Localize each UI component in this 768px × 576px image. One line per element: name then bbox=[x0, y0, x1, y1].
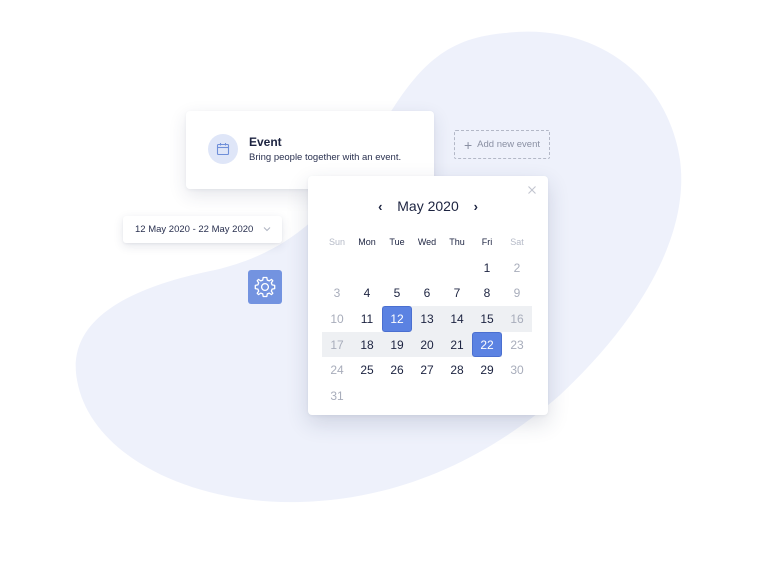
chevron-left-icon[interactable]: ‹ bbox=[373, 199, 387, 214]
date-range-select[interactable]: 12 May 2020 - 22 May 2020 bbox=[123, 216, 282, 243]
add-new-event-label: Add new event bbox=[477, 139, 541, 150]
day-cell[interactable]: 7 bbox=[442, 281, 472, 307]
calendar-grid: Sun Mon Tue Wed Thu Fri Sat 1 2 3 4 5 6 7 8 9 10 11 12 13 14… bbox=[322, 232, 534, 409]
chevron-right-icon[interactable]: › bbox=[469, 199, 483, 214]
day-cell[interactable]: 1 bbox=[472, 255, 502, 281]
day-cell[interactable]: 13 bbox=[412, 306, 442, 332]
weekday-label: Mon bbox=[358, 237, 376, 247]
weekday-header-row: Sun Mon Tue Wed Thu Fri Sat bbox=[322, 232, 534, 252]
empty-day-cell bbox=[352, 255, 382, 281]
calendar-week-row: 3456789 bbox=[322, 281, 534, 307]
close-icon bbox=[528, 186, 536, 194]
day-cell[interactable]: 31 bbox=[322, 383, 352, 409]
calendar-header: ‹ May 2020 › bbox=[308, 196, 548, 216]
day-cell[interactable]: 6 bbox=[412, 281, 442, 307]
weekday-label: Tue bbox=[389, 237, 405, 247]
weekday-label: Fri bbox=[481, 237, 493, 247]
event-icon-badge bbox=[208, 134, 238, 164]
day-cell[interactable]: 9 bbox=[502, 281, 532, 307]
day-cell[interactable]: 21 bbox=[442, 332, 472, 358]
chevron-down-icon bbox=[263, 227, 271, 232]
calendar-week-row: 17 18 19 20 21 22 23 bbox=[322, 331, 534, 358]
day-cell[interactable]: 3 bbox=[322, 281, 352, 307]
day-cell[interactable]: 14 bbox=[442, 306, 472, 332]
gear-icon bbox=[254, 276, 276, 298]
event-description: Bring people together with an event. bbox=[249, 152, 402, 163]
empty-day-cell bbox=[382, 383, 412, 409]
empty-day-cell bbox=[502, 383, 532, 409]
day-cell[interactable]: 5 bbox=[382, 281, 412, 307]
day-cell[interactable]: 23 bbox=[502, 332, 532, 358]
day-cell[interactable]: 16 bbox=[502, 306, 532, 332]
event-title: Event bbox=[249, 135, 282, 149]
calendar-week-row: 31 bbox=[322, 383, 534, 409]
day-cell[interactable]: 12 bbox=[382, 306, 412, 332]
day-cell[interactable]: 11 bbox=[352, 306, 382, 332]
settings-button[interactable] bbox=[248, 270, 282, 304]
day-cell[interactable]: 8 bbox=[472, 281, 502, 307]
empty-day-cell bbox=[442, 255, 472, 281]
day-cell[interactable]: 26 bbox=[382, 357, 412, 383]
calendar-icon bbox=[216, 143, 230, 156]
weekday-label: Thu bbox=[449, 237, 465, 247]
day-cell[interactable]: 30 bbox=[502, 357, 532, 383]
day-cell[interactable]: 10 bbox=[322, 306, 352, 332]
weekday-label: Wed bbox=[417, 237, 437, 247]
day-cell[interactable]: 17 bbox=[322, 332, 352, 358]
day-cell[interactable]: 28 bbox=[442, 357, 472, 383]
empty-day-cell bbox=[352, 383, 382, 409]
day-cell[interactable]: 27 bbox=[412, 357, 442, 383]
month-label: May 2020 bbox=[397, 198, 459, 214]
empty-day-cell bbox=[322, 255, 352, 281]
close-button[interactable] bbox=[526, 184, 538, 196]
day-cell[interactable]: 18 bbox=[352, 332, 382, 358]
day-cell[interactable]: 2 bbox=[502, 255, 532, 281]
day-cell[interactable]: 4 bbox=[352, 281, 382, 307]
weekday-label: Sun bbox=[328, 237, 345, 247]
empty-day-cell bbox=[442, 383, 472, 409]
day-cell[interactable]: 25 bbox=[352, 357, 382, 383]
empty-day-cell bbox=[412, 383, 442, 409]
calendar-week-row: 24 25 26 27 28 29 30 bbox=[322, 357, 534, 383]
day-cell[interactable]: 24 bbox=[322, 357, 352, 383]
day-cell[interactable]: 19 bbox=[382, 332, 412, 358]
empty-day-cell bbox=[382, 255, 412, 281]
add-new-event-button[interactable]: + Add new event bbox=[454, 130, 550, 159]
plus-icon: + bbox=[463, 136, 473, 153]
date-range-value: 12 May 2020 - 22 May 2020 bbox=[135, 224, 254, 235]
day-cell[interactable]: 29 bbox=[472, 357, 502, 383]
calendar-popup: ‹ May 2020 › Sun Mon Tue Wed Thu Fri Sat 1 2 3 4 5 6… bbox=[308, 176, 548, 415]
day-cell[interactable]: 20 bbox=[412, 332, 442, 358]
calendar-week-row: 10 11 12 13 14 15 16 bbox=[322, 306, 534, 332]
day-cell[interactable]: 15 bbox=[472, 306, 502, 332]
empty-day-cell bbox=[412, 255, 442, 281]
empty-day-cell bbox=[472, 383, 502, 409]
calendar-week-row: 12 bbox=[322, 255, 534, 281]
weekday-label: Sat bbox=[510, 237, 524, 247]
day-cell[interactable]: 22 bbox=[472, 331, 502, 358]
